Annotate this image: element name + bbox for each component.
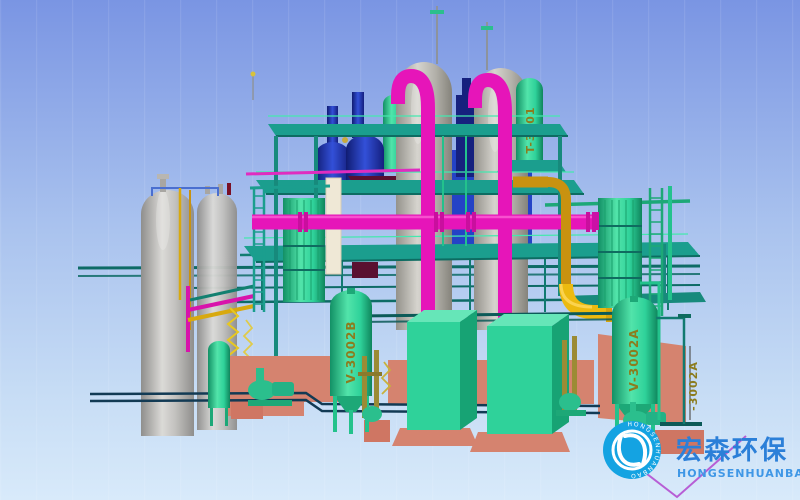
green-tank-box-left <box>407 310 477 430</box>
label-3002a-line: -3002A <box>687 361 700 411</box>
label-v3002a: V-3002A <box>627 328 641 391</box>
plate-heat-exchanger-right <box>592 198 642 308</box>
logo-english-text: HONGSENHUANBAO <box>677 467 800 480</box>
logo-chinese-text: 宏森环保 <box>676 435 788 466</box>
plant-3d-render: T-3001 <box>0 0 800 500</box>
label-v3002b: V-3002B <box>344 321 358 384</box>
logo-mark-icon: HONGSENHUANBAO <box>603 421 661 479</box>
plant-model-viewport: T-3001 <box>0 0 800 500</box>
maroon-pump-block <box>352 262 378 278</box>
